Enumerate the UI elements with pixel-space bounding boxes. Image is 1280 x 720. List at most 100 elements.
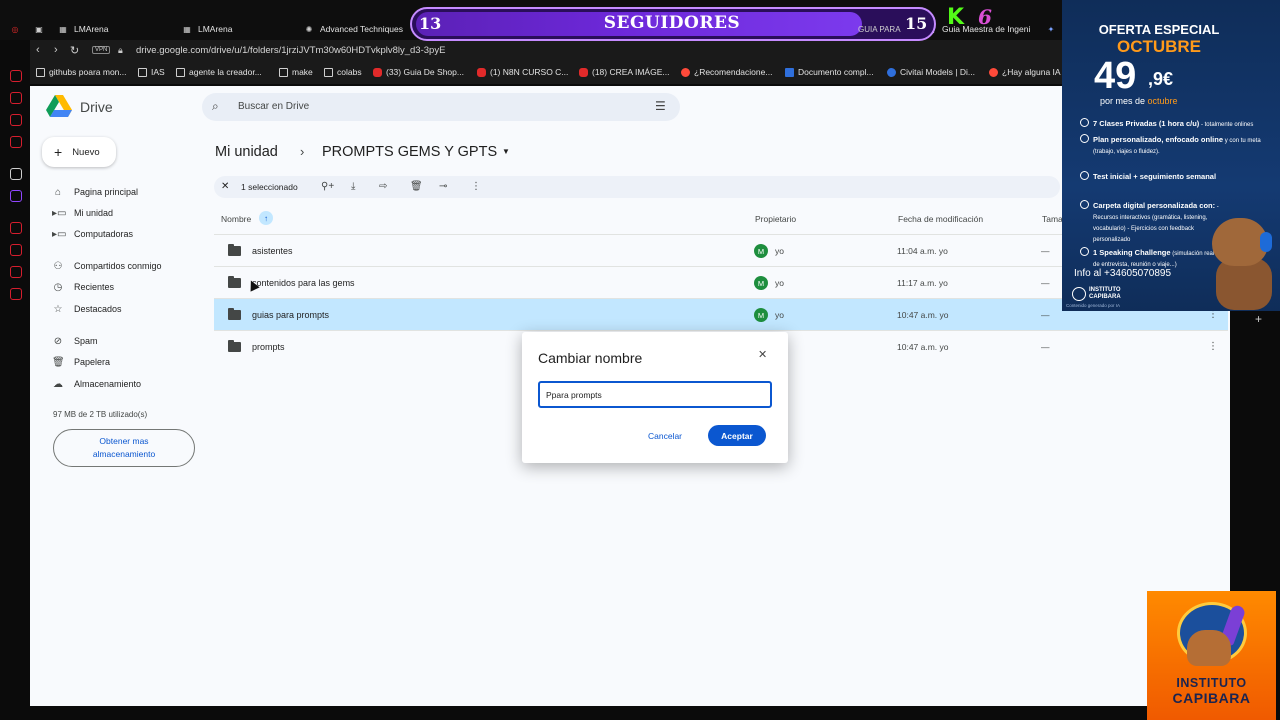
clear-selection-icon[interactable]: ✕ xyxy=(221,181,229,192)
bookmark-label: Documento compl... xyxy=(798,67,874,77)
ad-feature: 1 Speaking Challenge (simulación real de… xyxy=(1080,247,1216,270)
youtube-icon xyxy=(477,67,486,77)
accept-button[interactable]: Aceptar xyxy=(708,425,766,446)
file-name[interactable]: guias para prompts xyxy=(252,310,329,320)
computer-icon: ▸▭ xyxy=(52,228,67,240)
sidebar-item-shared[interactable]: ⚇ Compartidos conmigo xyxy=(52,258,162,274)
url-field[interactable]: drive.google.com/drive/u/1/folders/1jrzi… xyxy=(136,45,445,56)
bookmark-item[interactable]: IAS xyxy=(138,67,165,77)
share-icon[interactable]: ⚲+ xyxy=(321,181,334,192)
tab-advanced-techniques[interactable]: ✺ Advanced Techniques xyxy=(304,20,403,38)
download-icon[interactable]: ⤓ xyxy=(351,181,355,192)
caret-down-icon[interactable]: ▼ xyxy=(502,147,510,156)
tab-overview-icon[interactable]: ▣ xyxy=(34,20,44,38)
folder-icon xyxy=(228,340,241,352)
bookmark-item[interactable]: colabs xyxy=(324,67,362,77)
tab-lmarena-2[interactable]: ▦ LMArena xyxy=(182,20,232,38)
sidebar-app-icon[interactable] xyxy=(10,266,22,278)
selection-toolbar xyxy=(214,176,1060,198)
bookmark-item[interactable]: (18) CREA IMÁGE... xyxy=(579,67,669,77)
openai-icon: ✺ xyxy=(305,24,313,34)
new-button[interactable]: + Nuevo xyxy=(42,137,116,167)
filter-icon[interactable]: ☰ xyxy=(655,99,666,113)
dialog-title: Cambiar nombre xyxy=(538,350,643,366)
column-owner[interactable]: Propietario xyxy=(755,214,796,224)
sidebar-app-icon[interactable] xyxy=(10,70,22,82)
reload-icon[interactable]: ↻ xyxy=(70,44,79,57)
rename-input[interactable] xyxy=(538,381,772,408)
cancel-button[interactable]: Cancelar xyxy=(640,427,690,445)
sidebar-item-starred[interactable]: ☆ Destacados xyxy=(52,301,122,317)
sidebar-app-icon[interactable] xyxy=(10,114,22,126)
sidebar-item-trash[interactable]: 🗑︎ Papelera xyxy=(52,354,110,370)
sidebar-item-home[interactable]: ⌂ Pagina principal xyxy=(52,184,138,200)
ad-per-month: por mes de octubre xyxy=(1100,96,1178,106)
sidebar-item-computers[interactable]: ▸▭ Computadoras xyxy=(52,226,133,242)
avatar: M xyxy=(754,276,768,290)
column-modified[interactable]: Fecha de modificación xyxy=(898,214,983,224)
close-icon[interactable]: ✕ xyxy=(758,348,767,361)
sidebar-app-icon[interactable] xyxy=(10,168,22,180)
capybara-mascot-icon xyxy=(1212,218,1274,310)
sidebar-app-icon[interactable] xyxy=(10,222,22,234)
more-vert-icon[interactable]: ⋮ xyxy=(1208,341,1218,352)
bookmark-item[interactable]: Documento compl... xyxy=(785,67,874,77)
bookmark-label: IAS xyxy=(151,67,165,77)
sidebar-item-recent[interactable]: ◷ Recientes xyxy=(52,279,114,295)
bookmark-item[interactable]: (33) Guia De Shop... xyxy=(373,67,464,77)
twitch-icon[interactable] xyxy=(10,190,22,202)
bookmark-item[interactable]: Civitai Models | Di... xyxy=(887,67,975,77)
sort-arrow-up-icon[interactable]: ↑ xyxy=(259,211,273,225)
drive-logo-icon[interactable] xyxy=(46,94,72,118)
bookmark-item[interactable]: agente la creador... xyxy=(176,67,262,77)
bookmark-item[interactable]: ¿Recomendacione... xyxy=(681,67,772,77)
check-icon xyxy=(1080,134,1089,143)
column-name[interactable]: Nombre xyxy=(221,214,251,224)
column-size[interactable]: Tama xyxy=(1042,214,1063,224)
modified-date: 11:04 a.m. yo xyxy=(897,246,948,256)
settings-icon[interactable] xyxy=(10,288,22,300)
opera-menu-icon[interactable]: ◎ xyxy=(10,20,20,38)
tab-lmarena-1[interactable]: ▦ LMArena xyxy=(58,20,108,38)
file-name[interactable]: asistentes xyxy=(252,246,293,256)
sidebar-item-storage[interactable]: ☁ Almacenamiento xyxy=(52,376,141,392)
sidebar-item-my-drive[interactable]: ▸▭ Mi unidad xyxy=(52,205,113,221)
modified-date: 10:47 a.m. yo xyxy=(897,310,949,320)
trash-icon[interactable]: 🗑︎ xyxy=(410,181,423,192)
forward-icon[interactable]: › xyxy=(54,44,58,56)
trash-icon: 🗑︎ xyxy=(52,356,65,368)
ad-per-month-highlight: octubre xyxy=(1147,96,1178,106)
breadcrumb-current-folder[interactable]: PROMPTS GEMS Y GPTS xyxy=(322,144,497,160)
sidebar-app-icon[interactable] xyxy=(10,244,22,256)
lock-icon[interactable]: 🔒︎ xyxy=(118,45,123,56)
logo-text-line2: CAPIBARA xyxy=(1172,690,1251,706)
search-input[interactable]: Buscar en Drive xyxy=(238,101,309,112)
ad-headline: OFERTA ESPECIAL xyxy=(1098,22,1220,37)
gemini-icon[interactable]: ✦ xyxy=(1046,20,1056,38)
folder-icon xyxy=(228,276,241,288)
sidebar-item-spam[interactable]: ⊘ Spam xyxy=(52,333,98,349)
search-icon[interactable]: ⌕ xyxy=(212,99,219,114)
sidebar-app-icon[interactable] xyxy=(10,92,22,104)
link-icon[interactable]: ⊸ xyxy=(439,181,447,192)
bookmark-item[interactable]: make xyxy=(279,67,313,77)
sidebar-app-icon[interactable] xyxy=(10,136,22,148)
folder-icon xyxy=(228,308,241,320)
file-size: — xyxy=(1041,342,1050,352)
bookmark-item[interactable]: (1) N8N CURSO C... xyxy=(477,67,568,77)
file-name[interactable]: prompts xyxy=(252,342,285,352)
folder-icon xyxy=(36,67,45,77)
file-name[interactable]: contenidos para las gems xyxy=(252,278,355,288)
vpn-badge[interactable]: VPN xyxy=(92,46,111,54)
clock-icon: ◷ xyxy=(53,281,63,293)
plus-icon[interactable]: + xyxy=(1255,312,1262,326)
breadcrumb-my-drive[interactable]: Mi unidad xyxy=(215,144,278,160)
get-storage-button[interactable]: Obtener mas almacenamiento xyxy=(53,429,195,467)
back-icon[interactable]: ‹ xyxy=(36,44,40,56)
more-vert-icon[interactable]: ⋮ xyxy=(471,181,481,192)
bookmark-item[interactable]: ¿Hay alguna IA xyxy=(989,67,1061,77)
bookmark-item[interactable]: githubs poara mon... xyxy=(36,67,127,77)
sidebar-item-label: Almacenamiento xyxy=(74,379,142,389)
hidden-tab-text: GUIA PARA xyxy=(858,25,901,34)
move-icon[interactable]: ⇨ xyxy=(379,181,387,192)
